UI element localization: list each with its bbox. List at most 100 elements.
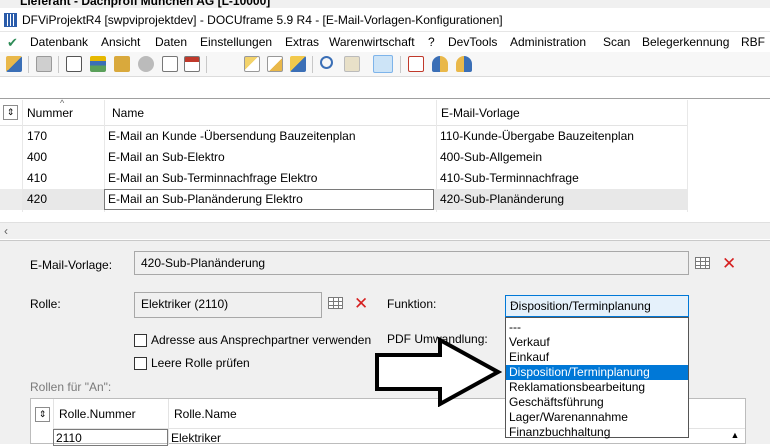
funktion-label: Funktion: (387, 297, 437, 311)
option-disposition[interactable]: Disposition/Terminplanung (506, 365, 688, 380)
menu-ansicht[interactable]: Ansicht (101, 35, 140, 49)
check-icon[interactable]: ✔ (7, 35, 18, 51)
option-none[interactable]: --- (506, 320, 688, 335)
toolbar-separator (28, 56, 29, 73)
toolbar-separator (58, 56, 59, 73)
menu-datenbank[interactable]: Datenbank (30, 35, 88, 49)
menu-rbf[interactable]: RBF (741, 35, 765, 49)
option-geschaeftsfuehrung[interactable]: Geschäftsführung (506, 395, 688, 410)
select-list-icon[interactable] (695, 257, 710, 269)
export-icon[interactable] (290, 56, 306, 72)
menu-scan[interactable]: Scan (603, 35, 630, 49)
menu-einstellungen[interactable]: Einstellungen (200, 35, 272, 49)
user-settings-icon[interactable] (456, 56, 472, 72)
cell-vorlage: 420-Sub-Planänderung (440, 192, 565, 206)
rolle-label: Rolle: (30, 297, 61, 311)
option-einkauf[interactable]: Einkauf (506, 350, 688, 365)
menu-extras[interactable]: Extras (285, 35, 319, 49)
column-header-rolle-name[interactable]: Rolle.Name (174, 407, 237, 421)
toolbar-separator (206, 56, 207, 73)
adresse-checkbox-label: Adresse aus Ansprechpartner verwenden (151, 333, 372, 347)
app-icon (4, 13, 17, 27)
adresse-checkbox[interactable] (134, 334, 147, 347)
cell-name[interactable]: E-Mail an Sub-Planänderung Elektro (108, 192, 303, 206)
view-icon[interactable] (373, 55, 393, 73)
parent-window-title-strip: Lieferant - Dachprofi München AG [L-1000… (0, 0, 770, 8)
pdf-icon[interactable] (408, 56, 424, 72)
email-vorlage-value: 420-Sub-Planänderung (141, 256, 266, 270)
leere-rolle-checkbox[interactable] (134, 357, 147, 370)
cell-nummer: 400 (27, 150, 48, 164)
window-title: DFViProjektR4 [swpviprojektdev] - DOCUfr… (22, 13, 503, 27)
menu-bar: ✔ Datenbank Ansicht Daten Einstellungen … (0, 32, 770, 52)
clear-x-icon[interactable]: ✕ (722, 255, 736, 272)
rollen-an-label: Rollen für "An": (30, 380, 112, 394)
row-indicator (0, 189, 22, 210)
scroll-top-icon[interactable]: ▲ (729, 428, 741, 442)
funktion-options-list[interactable]: --- Verkauf Einkauf Disposition/Terminpl… (505, 317, 689, 440)
search-icon[interactable] (320, 56, 333, 69)
rolle-value: Elektriker (2110) (141, 297, 229, 311)
option-verkauf[interactable]: Verkauf (506, 335, 688, 350)
tag-icon[interactable] (138, 56, 154, 72)
menu-warenwirtschaft[interactable]: Warenwirtschaft (329, 35, 415, 49)
filter-bar (0, 77, 770, 99)
column-header-name[interactable]: Name (112, 106, 144, 120)
edit-doc-icon[interactable] (267, 56, 283, 72)
column-header-vorlage[interactable]: E-Mail-Vorlage (441, 106, 520, 120)
parent-window-title: Lieferant - Dachprofi München AG [L-1000… (20, 0, 271, 8)
table-row[interactable]: 170 E-Mail an Kunde -Übersendung Bauzeit… (22, 126, 688, 147)
leere-rolle-label: Leere Rolle prüfen (151, 356, 250, 370)
print-icon[interactable] (36, 56, 52, 72)
email-vorlage-field[interactable]: 420-Sub-Planänderung (134, 251, 689, 275)
cell-name: E-Mail an Kunde -Übersendung Bauzeitenpl… (108, 129, 356, 143)
calendar-icon[interactable] (184, 56, 200, 72)
menu-belegerkennung[interactable]: Belegerkennung (642, 35, 729, 49)
open-icon[interactable] (6, 56, 22, 72)
find-icon[interactable] (344, 56, 360, 72)
funktion-dropdown[interactable]: Disposition/Terminplanung ⌵ (505, 295, 689, 317)
menu-administration[interactable]: Administration (510, 35, 586, 49)
list-icon[interactable] (90, 56, 106, 72)
column-header-nummer[interactable]: Nummer (27, 106, 73, 120)
menu-help[interactable]: ? (428, 35, 435, 49)
cell-name: E-Mail an Sub-Elektro (108, 150, 225, 164)
cell-rolle-nummer: 2110 (56, 431, 82, 445)
cell-nummer: 170 (27, 129, 48, 143)
cell-name: E-Mail an Sub-Terminnachfrage Elektro (108, 171, 318, 185)
doc-icon[interactable] (162, 56, 178, 72)
cell-vorlage: 410-Sub-Terminnachfrage (440, 171, 579, 185)
email-config-table: ⇕ ^ Nummer Name E-Mail-Vorlage 170 E-Mai… (0, 98, 688, 212)
option-lager[interactable]: Lager/Warenannahme (506, 410, 688, 425)
toolbar-separator (400, 56, 401, 73)
cell-rolle-name: Elektriker (171, 431, 222, 445)
horizontal-scrollbar[interactable]: ‹ (0, 222, 770, 239)
users-icon[interactable] (432, 56, 448, 72)
folder-icon[interactable] (114, 56, 130, 72)
sort-toggle-icon[interactable]: ⇕ (35, 407, 50, 422)
menu-daten[interactable]: Daten (155, 35, 187, 49)
toolbar-separator (312, 56, 313, 73)
cell-nummer: 420 (27, 192, 48, 206)
sort-toggle-icon[interactable]: ⇕ (3, 105, 18, 120)
table-row[interactable]: 410 E-Mail an Sub-Terminnachfrage Elektr… (22, 168, 688, 189)
window-title-bar[interactable]: DFViProjektR4 [swpviprojektdev] - DOCUfr… (0, 8, 770, 32)
toolbar (0, 52, 770, 77)
new-doc-icon[interactable] (244, 56, 260, 72)
rolle-field[interactable]: Elektriker (2110) (134, 292, 322, 318)
option-reklamation[interactable]: Reklamationsbearbeitung (506, 380, 688, 395)
clear-x-icon[interactable]: ✕ (354, 295, 368, 312)
select-list-icon[interactable] (328, 297, 343, 309)
menu-devtools[interactable]: DevTools (448, 35, 497, 49)
scroll-left-icon[interactable]: ‹ (4, 224, 8, 238)
card-icon[interactable] (66, 56, 82, 72)
cell-vorlage: 400-Sub-Allgemein (440, 150, 543, 164)
cell-nummer: 410 (27, 171, 48, 185)
table-row-selected[interactable]: 420 E-Mail an Sub-Planänderung Elektro 4… (22, 189, 688, 210)
chevron-down-icon: ⌵ (510, 298, 518, 309)
table-row[interactable]: 400 E-Mail an Sub-Elektro 400-Sub-Allgem… (22, 147, 688, 168)
column-header-rolle-nummer[interactable]: Rolle.Nummer (59, 407, 136, 421)
cell-vorlage: 110-Kunde-Übergabe Bauzeitenplan (440, 129, 634, 143)
option-finanzbuchhaltung[interactable]: Finanzbuchhaltung (506, 425, 688, 440)
annotation-arrow (375, 337, 502, 407)
